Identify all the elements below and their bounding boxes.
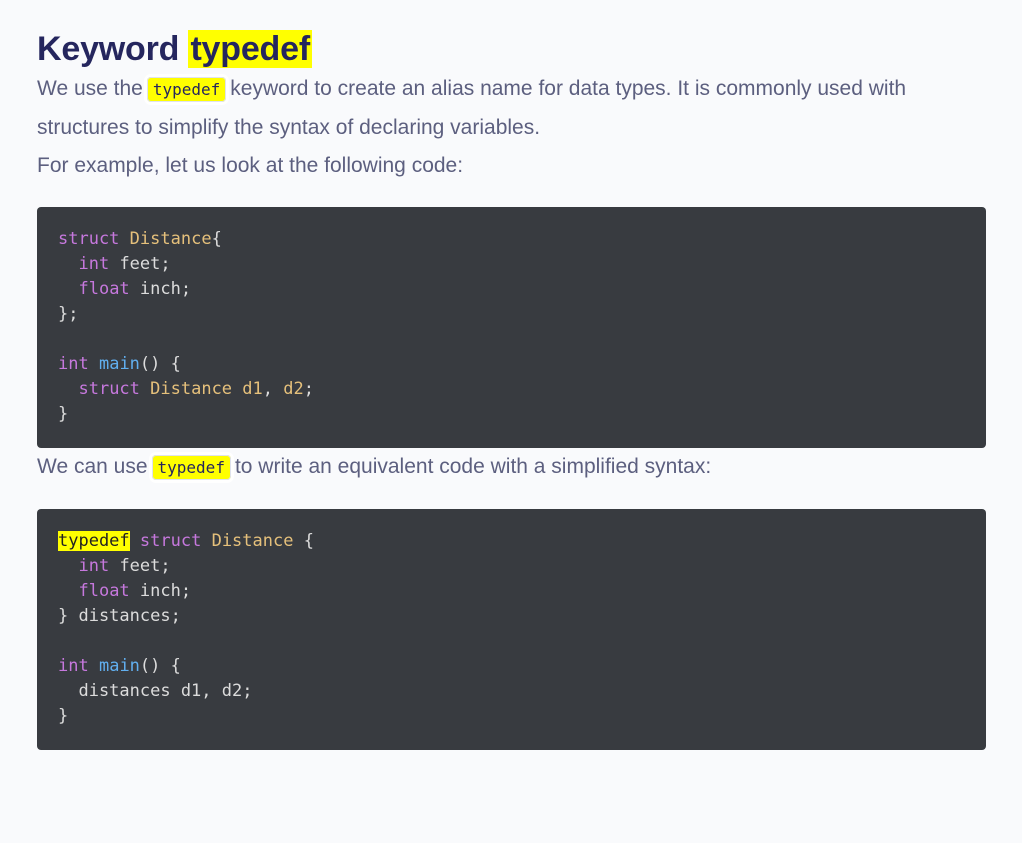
code-plain: { — [211, 229, 222, 249]
code-line: int main() { — [58, 352, 966, 377]
code-line: int feet; — [58, 554, 966, 579]
code-type: Distance d1 — [150, 379, 263, 399]
inline-code-typedef: typedef — [151, 455, 231, 480]
code-plain: } distances; — [58, 606, 181, 626]
code-line: typedef struct Distance { — [58, 529, 966, 554]
code-plain: }; — [58, 304, 79, 324]
code-line: distances d1, d2; — [58, 679, 966, 704]
code-line: int feet; — [58, 252, 966, 277]
code-plain: } — [58, 706, 69, 726]
inline-code-typedef: typedef — [146, 77, 227, 102]
title-prefix: Keyword — [37, 30, 189, 68]
code-plain: feet; — [109, 556, 171, 576]
code-plain: , — [262, 379, 273, 399]
code-keyword: float — [78, 279, 130, 299]
intro-paragraph: We use the typedef keyword to create an al… — [37, 70, 986, 147]
code-block-typedef: typedef struct Distance { int feet; floa… — [37, 509, 986, 750]
code-function: main — [98, 354, 140, 374]
intro-before: We use the — [37, 77, 143, 100]
code-line: } — [58, 704, 966, 729]
code-block-struct: struct Distance{ int feet; float inch; }… — [37, 207, 986, 448]
second-before: We can use — [37, 455, 148, 478]
code-plain: inch; — [129, 581, 192, 601]
code-line: float inch; — [58, 277, 966, 302]
code-plain: inch; — [129, 279, 192, 299]
page-title: Keyword typedef — [37, 0, 986, 70]
code-keyword: int — [58, 656, 89, 676]
code-plain: distances d1, d2; — [58, 681, 253, 701]
code-type: Distance — [129, 229, 212, 249]
code-plain: () { — [139, 354, 181, 374]
code-keyword: struct — [78, 379, 140, 399]
code-plain: feet; — [109, 254, 171, 274]
article: Keyword typedef We use the typedef keyword… — [0, 0, 1022, 750]
code-type: d2 — [273, 379, 304, 399]
code-keyword: int — [78, 254, 110, 274]
code-line: } — [58, 402, 966, 427]
code-highlight: typedef — [58, 531, 130, 551]
code-plain: ; — [303, 379, 314, 399]
code-keyword: struct — [58, 229, 120, 249]
code-plain: { — [293, 531, 314, 551]
example-paragraph: For example, let us look at the followin… — [37, 154, 464, 177]
code-line: struct Distance d1, d2; — [58, 377, 966, 402]
code-line: float inch; — [58, 579, 966, 604]
code-plain: } — [58, 404, 69, 424]
title-highlight: typedef — [188, 30, 312, 68]
code-line: }; — [58, 302, 966, 327]
code-plain: () { — [139, 656, 181, 676]
code-function: main — [98, 656, 140, 676]
code-keyword: int — [58, 354, 89, 374]
code-line: int main() { — [58, 654, 966, 679]
code-line: struct Distance{ — [58, 227, 966, 252]
code-keyword: int — [78, 556, 110, 576]
second-after: to write an equivalent code with a simpl… — [234, 455, 712, 478]
code-keyword: float — [78, 581, 130, 601]
code-type: Distance — [211, 531, 294, 551]
code-line: } distances; — [58, 604, 966, 629]
code-keyword: struct — [139, 531, 202, 551]
second-paragraph: We can use typedef to write an equivalent … — [37, 448, 986, 487]
